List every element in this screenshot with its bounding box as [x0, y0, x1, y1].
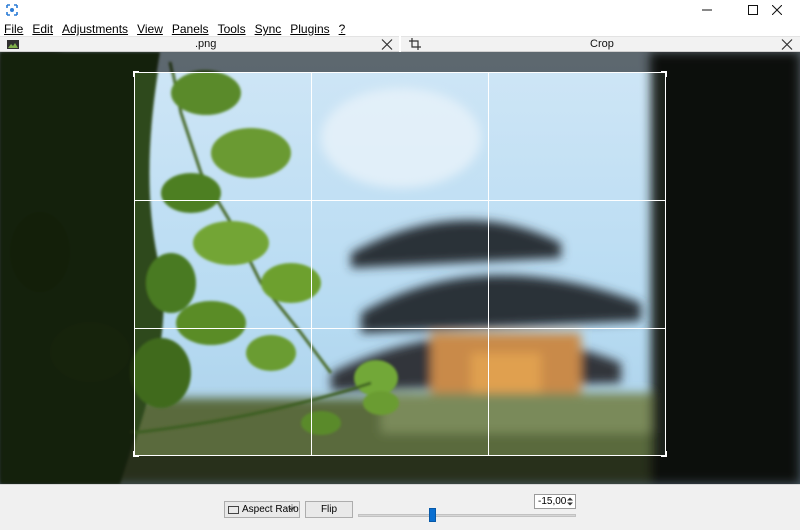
- title-bar: [0, 0, 800, 20]
- close-image-panel-icon[interactable]: [380, 38, 394, 51]
- minimize-button[interactable]: [684, 0, 730, 20]
- app-logo-icon: [6, 4, 18, 16]
- crop-preview-image: [135, 73, 665, 455]
- crop-handle-top-left[interactable]: [133, 71, 139, 77]
- image-icon: [7, 40, 19, 49]
- aspect-ratio-dropdown[interactable]: Aspect Ratio: [224, 501, 300, 518]
- close-icon: [772, 5, 782, 15]
- rotation-slider-thumb[interactable]: [429, 508, 436, 522]
- crop-grid-line-v1: [311, 73, 312, 455]
- rotation-value: -15,00: [538, 496, 567, 507]
- minimize-icon: [702, 9, 712, 11]
- crop-handle-bottom-left[interactable]: [133, 451, 139, 457]
- menu-tools[interactable]: Tools: [218, 22, 246, 36]
- rotation-slider-track[interactable]: [358, 514, 576, 517]
- menu-file[interactable]: File: [4, 22, 23, 36]
- aspect-ratio-icon: [228, 505, 239, 514]
- crop-toolbar: Aspect Ratio Flip -15,00: [0, 484, 800, 530]
- image-canvas[interactable]: [0, 52, 800, 484]
- menu-edit[interactable]: Edit: [32, 22, 53, 36]
- chevron-down-icon: [288, 506, 295, 511]
- crop-icon: [409, 38, 421, 50]
- crop-handle-bottom-right[interactable]: [661, 451, 667, 457]
- flip-label: Flip: [320, 504, 338, 515]
- spin-arrows-icon[interactable]: [566, 496, 574, 507]
- menu-adjustments[interactable]: Adjustments: [62, 22, 128, 36]
- crop-handle-top-right[interactable]: [661, 71, 667, 77]
- image-panel-header: .png: [0, 36, 399, 52]
- rotation-angle-spinbox[interactable]: -15,00: [534, 494, 576, 509]
- menu-sync[interactable]: Sync: [255, 22, 282, 36]
- menu-view[interactable]: View: [137, 22, 163, 36]
- menu-plugins[interactable]: Plugins: [290, 22, 329, 36]
- menu-panels[interactable]: Panels: [172, 22, 209, 36]
- crop-grid-line-v2: [488, 73, 489, 455]
- close-window-button[interactable]: [754, 0, 800, 20]
- flip-button[interactable]: Flip: [305, 501, 353, 518]
- menu-help[interactable]: ?: [339, 22, 346, 36]
- crop-grid-line-h2: [135, 328, 665, 329]
- image-panel-title: .png: [195, 38, 217, 50]
- crop-selection[interactable]: [134, 72, 666, 456]
- crop-grid-line-h1: [135, 200, 665, 201]
- close-crop-panel-icon[interactable]: [780, 38, 794, 51]
- crop-panel-title: Crop: [590, 38, 614, 50]
- crop-panel-header: Crop: [401, 36, 800, 52]
